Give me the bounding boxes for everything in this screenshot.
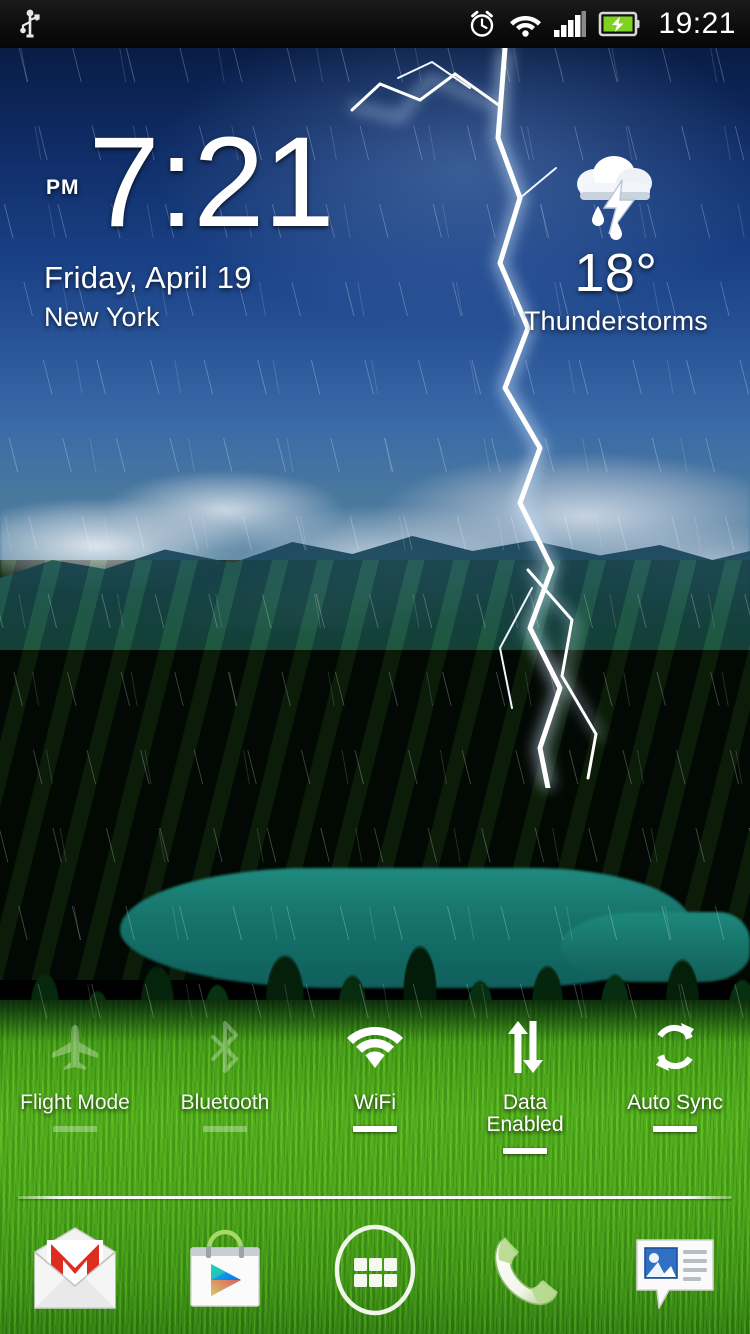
dock-item-app-drawer[interactable]	[300, 1214, 450, 1320]
toggle-flight-mode-indicator	[53, 1126, 97, 1133]
toggle-data-enabled-label: Data Enabled	[486, 1091, 564, 1137]
battery-charging-icon	[599, 11, 640, 37]
dock-item-play-store[interactable]	[150, 1214, 300, 1320]
toggle-bluetooth-indicator	[203, 1126, 247, 1133]
data-transfer-arrows-icon	[508, 1021, 543, 1073]
sync-refresh-icon	[656, 1023, 694, 1071]
clock-city: New York	[44, 302, 160, 333]
status-bar-right: 19:21	[467, 7, 736, 41]
toggle-flight-mode[interactable]: Flight Mode	[0, 1018, 150, 1133]
toggle-bluetooth-label: Bluetooth	[180, 1091, 270, 1114]
weather-widget[interactable]: 18° Thunderstorms	[524, 150, 708, 337]
toggle-data-enabled[interactable]: Data Enabled	[450, 1018, 600, 1155]
clock-time: 7:21	[88, 111, 335, 254]
gmail-envelope-icon	[34, 1227, 116, 1309]
dock-item-gmail[interactable]	[0, 1214, 150, 1320]
wifi-icon	[347, 1027, 403, 1068]
dock-divider	[18, 1196, 732, 1199]
phone-handset-icon	[494, 1236, 558, 1306]
status-bar-left	[18, 9, 42, 39]
toggle-flight-mode-label: Flight Mode	[20, 1091, 130, 1114]
wifi-signal-icon	[510, 16, 542, 37]
dock-item-phone[interactable]	[450, 1214, 600, 1320]
sync-refresh-icon-wrap	[648, 1018, 702, 1076]
toggle-wifi-label: WiFi	[354, 1091, 396, 1114]
toggle-data-enabled-indicator	[503, 1148, 547, 1155]
quick-toggle-row: Flight Mode Bluetooth WiFi Data Enabled …	[0, 1018, 750, 1168]
toggle-auto-sync-indicator	[653, 1126, 697, 1133]
usb-icon	[20, 9, 40, 38]
dock	[0, 1214, 750, 1334]
weather-condition: Thunderstorms	[523, 306, 708, 336]
home-screen: 19:21 PM 7:21 Friday, April 19 New York	[0, 0, 750, 1334]
status-bar-clock: 19:21	[658, 7, 736, 40]
toggle-bluetooth[interactable]: Bluetooth	[150, 1018, 300, 1133]
weather-icon-wrap	[524, 150, 708, 242]
clock-date: Friday, April 19	[44, 260, 252, 296]
airplane-icon	[52, 1025, 98, 1070]
toggle-auto-sync[interactable]: Auto Sync	[600, 1018, 750, 1133]
bluetooth-icon	[211, 1021, 238, 1073]
clock-widget[interactable]: PM 7:21 Friday, April 19 New York	[44, 111, 335, 333]
messaging-bubble-icon	[636, 1239, 714, 1309]
bluetooth-icon-wrap	[205, 1018, 245, 1076]
status-bar[interactable]: 19:21	[0, 0, 750, 48]
app-drawer-grid-icon	[334, 1224, 416, 1316]
play-store-bag-icon	[190, 1229, 260, 1307]
toggle-wifi-indicator	[353, 1126, 397, 1133]
toggle-wifi[interactable]: WiFi	[300, 1018, 450, 1133]
cellular-signal-icon	[554, 11, 587, 37]
alarm-clock-icon	[471, 10, 494, 37]
weather-temperature: 18°	[574, 243, 658, 303]
clock-time-row: PM 7:21	[44, 111, 335, 254]
clock-ampm: PM	[46, 176, 80, 200]
airplane-icon-wrap	[49, 1018, 101, 1076]
toggle-auto-sync-label: Auto Sync	[627, 1091, 723, 1114]
thunderstorm-rain-icon	[576, 156, 652, 240]
dock-item-messaging[interactable]	[600, 1214, 750, 1320]
data-transfer-arrows-icon-wrap	[502, 1018, 548, 1076]
wifi-icon-wrap	[346, 1018, 404, 1076]
